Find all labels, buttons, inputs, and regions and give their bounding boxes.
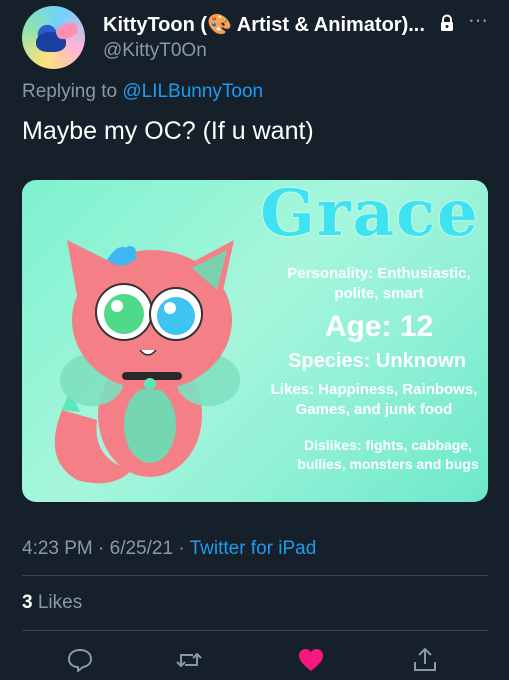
likes-label: Likes	[32, 592, 83, 613]
share-icon[interactable]	[411, 646, 439, 674]
reply-icon[interactable]	[66, 646, 94, 674]
card-age: Age: 12	[324, 310, 434, 343]
author-display-name[interactable]: KittyToon (🎨 Artist & Animator)...	[103, 12, 425, 37]
card-likes: Likes: Happiness, Rainbows, Games, and j…	[270, 381, 478, 418]
like-icon[interactable]	[297, 646, 325, 674]
divider	[22, 575, 488, 576]
likes-stat[interactable]: 3 Likes	[22, 592, 82, 614]
author-handle[interactable]: @KittyT0On	[103, 40, 207, 62]
card-species: Species: Unknown	[288, 350, 466, 372]
tweet-text: Maybe my OC? (If u want)	[22, 117, 314, 145]
more-icon[interactable]: ⋯	[468, 8, 489, 33]
lock-icon	[441, 14, 453, 31]
avatar-shape	[54, 20, 80, 42]
card-dislikes: Dislikes: fights, cabbage, bullies, mons…	[297, 437, 479, 472]
reply-prefix: Replying to	[22, 81, 123, 102]
avatar[interactable]	[22, 6, 85, 69]
time-date[interactable]: 4:23 PM · 6/25/21 ·	[22, 538, 190, 559]
retweet-icon[interactable]	[175, 646, 203, 674]
reply-mention-link[interactable]: @LILBunnyToon	[122, 81, 263, 102]
card-personality: Personality: Enthusiastic, polite, smart	[287, 265, 471, 302]
divider	[22, 630, 488, 631]
card-character-name: Grace	[260, 180, 480, 251]
client-link[interactable]: Twitter for iPad	[190, 538, 317, 559]
media-image[interactable]: Grace Personality: Enthusiastic, polite,…	[22, 180, 488, 502]
tweet-timestamp: 4:23 PM · 6/25/21 · Twitter for iPad	[22, 538, 316, 560]
reply-context: Replying to @LILBunnyToon	[22, 81, 263, 103]
likes-count: 3	[22, 592, 33, 613]
